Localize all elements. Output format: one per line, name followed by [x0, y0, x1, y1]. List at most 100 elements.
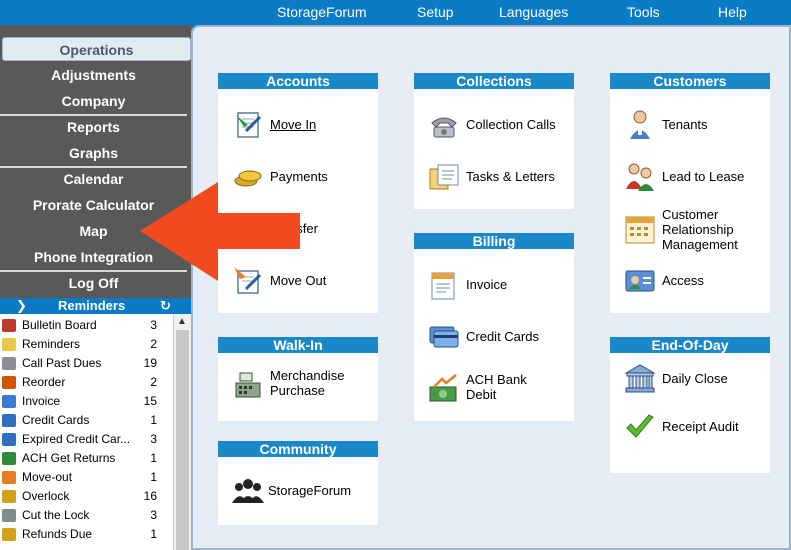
tenants-button[interactable]: Tenants [624, 107, 764, 143]
credit-card-icon [2, 414, 16, 427]
reminder-row[interactable]: Invoice 15 [0, 392, 173, 411]
phone-icon [2, 357, 16, 370]
sidebar-item-adjustments[interactable]: Adjustments [0, 63, 187, 87]
invoice-button[interactable]: Invoice [428, 267, 568, 303]
menu-languages[interactable]: Languages [499, 4, 568, 20]
storageforum-button[interactable]: StorageForum [232, 473, 372, 509]
clipboard-icon [2, 319, 16, 332]
lead-to-lease-button[interactable]: Lead to Lease [624, 159, 764, 195]
reminder-row[interactable]: Expired Credit Car... 3 [0, 430, 173, 449]
move-in-icon [236, 112, 262, 138]
merchandise-purchase-button[interactable]: Merchandise Purchase [232, 367, 372, 403]
reminder-label: Cut the Lock [22, 508, 90, 522]
daily-close-label: Daily Close [662, 371, 728, 386]
reminders-header: ❯ Reminders ↻ [0, 298, 191, 314]
chevron-right-icon[interactable]: ❯ [16, 298, 27, 314]
move-in-button[interactable]: Move In [232, 107, 372, 143]
refresh-icon[interactable]: ↻ [160, 298, 171, 314]
transfer-label: Transfer [270, 221, 318, 236]
menu-help[interactable]: Help [718, 4, 747, 20]
ach-bank-debit-button[interactable]: ACH Bank Debit [428, 371, 568, 407]
reminder-count: 3 [150, 432, 157, 446]
reminder-label: Reminders [22, 337, 81, 351]
payments-label: Payments [270, 169, 328, 184]
reminder-label: Overlock [22, 489, 70, 503]
move-out-button[interactable]: Move Out [232, 263, 372, 299]
reminder-label: Move-out [22, 470, 73, 484]
move-in-label: Move In [270, 117, 317, 132]
basket-icon [2, 376, 16, 389]
lead-to-lease-label: Lead to Lease [662, 169, 745, 184]
billing-panel: Billing Invoice Credit Cards ACH Bank Deb… [414, 233, 574, 421]
payments-button[interactable]: Payments [232, 159, 372, 195]
cash-register-icon [235, 372, 261, 398]
lock-icon [2, 490, 16, 503]
sidebar-item-calendar[interactable]: Calendar [0, 167, 187, 191]
collection-calls-label: Collection Calls [466, 117, 556, 132]
credit-cards-button[interactable]: Credit Cards [428, 319, 568, 355]
reminder-row[interactable]: Credit Cards 1 [0, 411, 173, 430]
receipt-audit-label: Receipt Audit [662, 419, 739, 434]
reminder-row[interactable]: Cut the Lock 3 [0, 506, 173, 525]
access-icon [625, 270, 655, 292]
sidebar-item-operations[interactable]: Operations [2, 37, 191, 61]
operations-panel: Accounts Move In Payments Transfer Move … [191, 25, 791, 550]
coins-icon [234, 170, 262, 187]
calendar-icon [625, 216, 655, 244]
telephone-icon [431, 117, 457, 138]
sidebar-item-log-off[interactable]: Log Off [0, 271, 187, 295]
walkin-header: Walk-In [218, 337, 378, 353]
sidebar-item-graphs[interactable]: Graphs [0, 141, 187, 165]
reminder-row[interactable]: Call Past Dues 19 [0, 354, 173, 373]
reminders-scrollbar[interactable]: ▲ [173, 314, 191, 550]
reminder-row[interactable]: Refunds Due 1 [0, 525, 173, 544]
billing-header: Billing [414, 233, 574, 249]
tenants-label: Tenants [662, 117, 708, 132]
transfer-button[interactable]: Transfer [232, 211, 372, 247]
reminder-count: 19 [143, 356, 157, 370]
reminder-row[interactable]: Overlock 16 [0, 487, 173, 506]
community-panel: Community StorageForum [218, 441, 378, 525]
ach-icon [429, 374, 457, 402]
reminders-title: Reminders [58, 298, 126, 313]
sidebar-item-company[interactable]: Company [0, 89, 187, 113]
reminder-row[interactable]: Reorder 2 [0, 373, 173, 392]
label-line: Management [662, 237, 738, 252]
reminder-row[interactable]: Move-out 1 [0, 468, 173, 487]
crm-label: Customer Relationship Management [662, 207, 738, 252]
customers-header: Customers [610, 73, 770, 89]
access-button[interactable]: Access [624, 263, 764, 299]
reminder-label: Credit Cards [22, 413, 90, 427]
menu-setup[interactable]: Setup [417, 4, 454, 20]
lead-icon [626, 163, 654, 191]
reminder-row[interactable]: Reminders 2 [0, 335, 173, 354]
scroll-up-icon[interactable]: ▲ [177, 316, 187, 327]
storageforum-label: StorageForum [268, 483, 352, 498]
reminder-label: Refunds Due [22, 527, 93, 541]
menu-tools[interactable]: Tools [627, 4, 660, 20]
daily-close-button[interactable]: Daily Close [624, 361, 764, 397]
reminders-list: Bulletin Board 3 Reminders 2 Call Past Dues 1… [0, 314, 173, 550]
collections-panel: Collections Collection Calls Tasks & Let… [414, 73, 574, 209]
access-label: Access [662, 273, 704, 288]
transfer-icon [237, 217, 263, 241]
ach-bank-debit-label: ACH Bank Debit [466, 372, 527, 402]
end-of-day-header: End-Of-Day [610, 337, 770, 353]
collection-calls-button[interactable]: Collection Calls [428, 107, 568, 143]
people-icon [232, 479, 264, 503]
sidebar-item-map[interactable]: Map [0, 219, 187, 243]
reminder-label: Bulletin Board [22, 318, 97, 332]
sidebar-item-reports[interactable]: Reports [0, 115, 187, 139]
scroll-thumb[interactable] [176, 330, 189, 550]
reminder-label: Invoice [22, 394, 61, 408]
menu-storageforum[interactable]: StorageForum [277, 4, 366, 20]
reminder-row[interactable]: ACH Get Returns 1 [0, 449, 173, 468]
walkin-panel: Walk-In Merchandise Purchase [218, 337, 378, 421]
sidebar-item-phone-integration[interactable]: Phone Integration [0, 245, 187, 269]
sidebar-item-prorate-calculator[interactable]: Prorate Calculator [0, 193, 187, 217]
reminder-count: 1 [150, 451, 157, 465]
tasks-letters-button[interactable]: Tasks & Letters [428, 159, 568, 195]
receipt-audit-button[interactable]: Receipt Audit [624, 409, 764, 445]
crm-button[interactable]: Customer Relationship Management [624, 207, 764, 252]
reminder-row[interactable]: Bulletin Board 3 [0, 316, 173, 335]
